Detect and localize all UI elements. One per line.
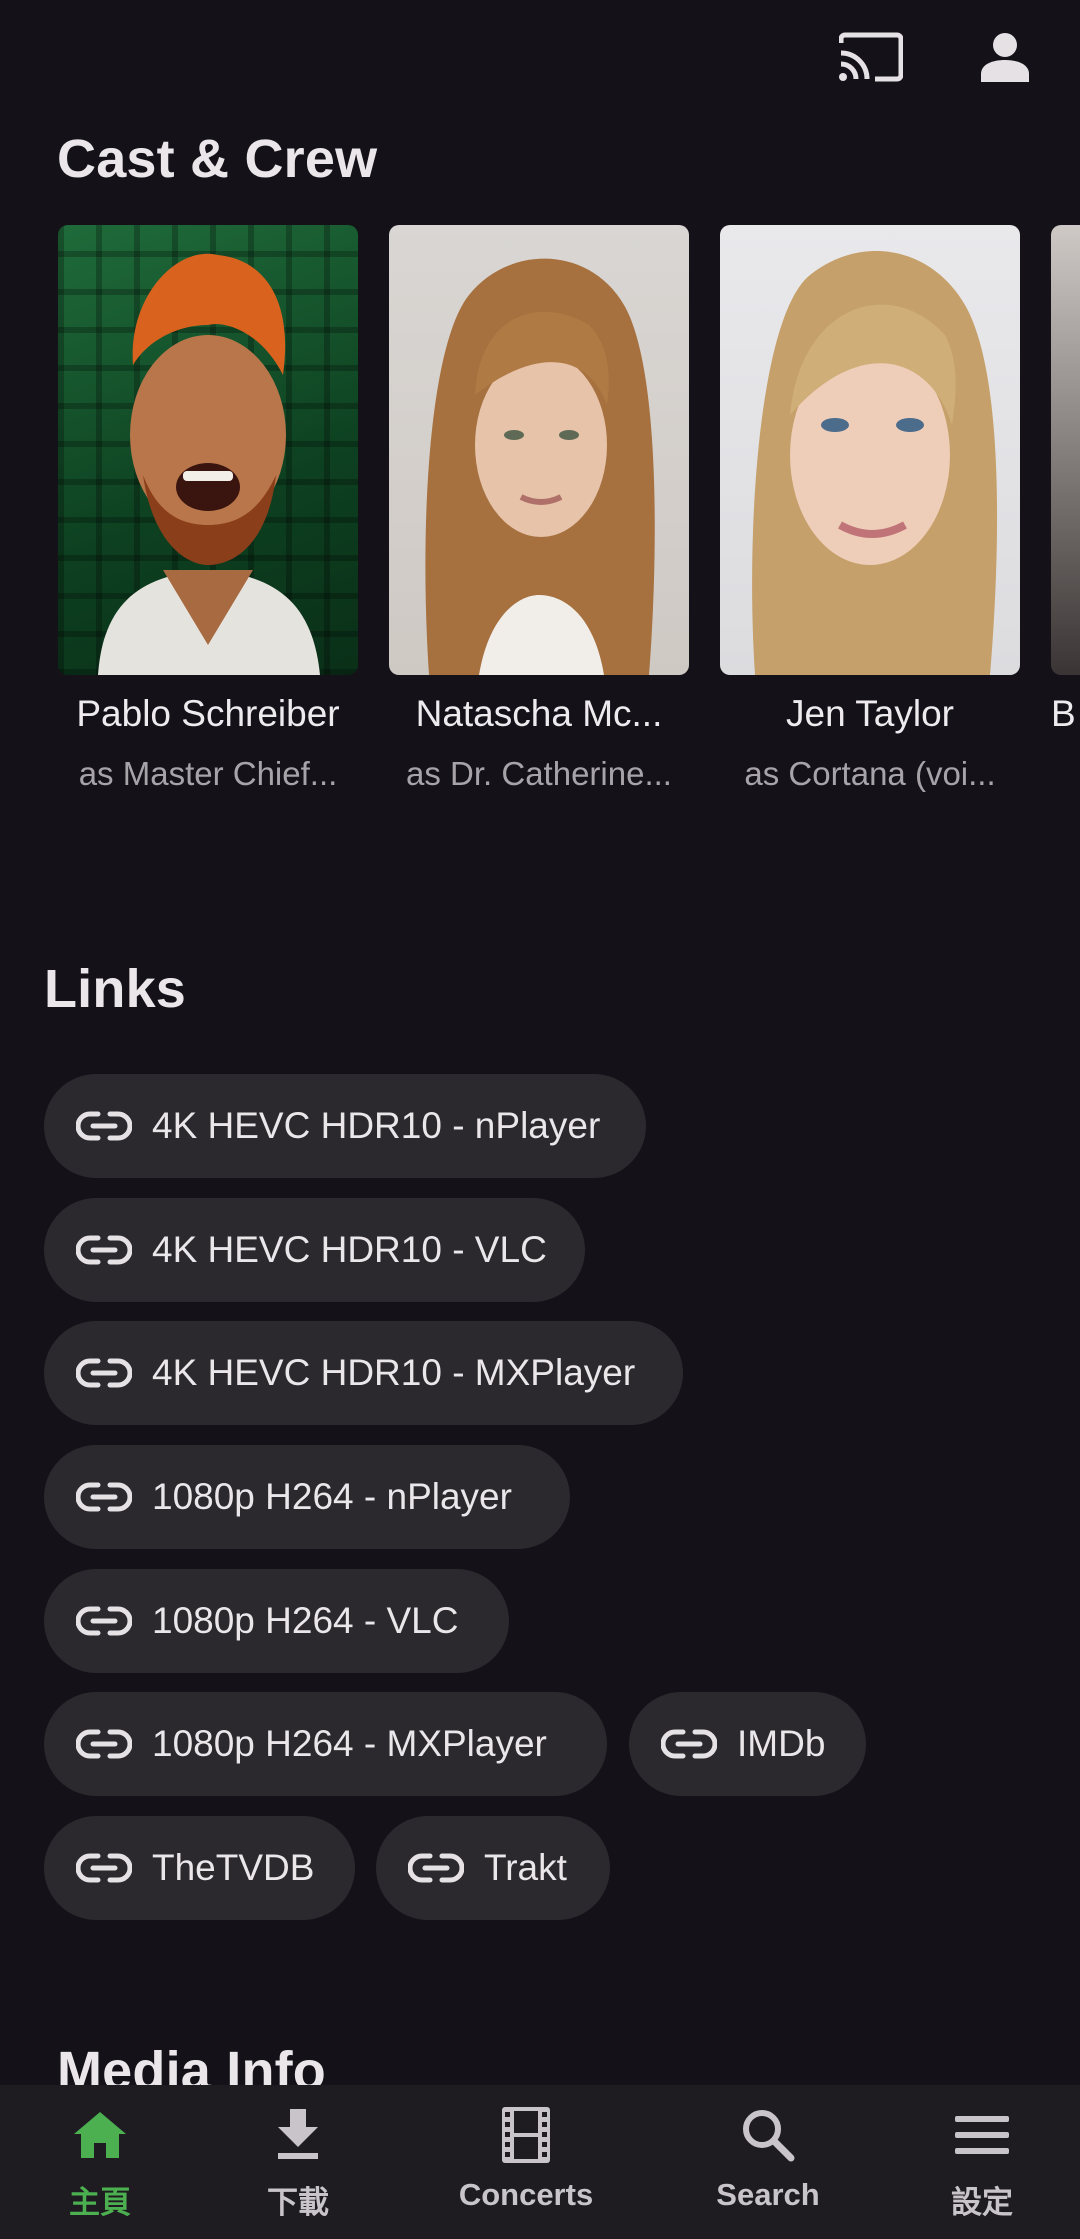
link-label: 4K HEVC HDR10 - MXPlayer <box>152 1352 636 1393</box>
link-chip[interactable]: Trakt <box>376 1816 610 1920</box>
cast-card[interactable]: B <box>1051 225 1080 815</box>
cast-name: Natascha Mc... <box>415 693 663 734</box>
cast-card[interactable]: Pablo Schreiber as Master Chief... <box>58 225 358 815</box>
account-icon <box>981 33 1029 82</box>
nav-label: 下載 <box>267 2185 329 2220</box>
link-icon <box>76 1235 132 1265</box>
link-chip[interactable]: 4K HEVC HDR10 - nPlayer <box>44 1074 646 1178</box>
link-icon <box>76 1111 132 1141</box>
cast-name: B <box>1051 693 1076 734</box>
cast-name: Pablo Schreiber <box>76 693 340 734</box>
cast-photo <box>1051 225 1080 675</box>
download-icon <box>268 2105 328 2165</box>
link-label: 1080p H264 - nPlayer <box>152 1476 512 1517</box>
link-label: IMDb <box>737 1723 826 1764</box>
top-app-bar <box>0 0 1080 118</box>
app-screen: Cast & Crew Pablo Schreiber as Master Ch… <box>0 0 1080 2239</box>
home-icon <box>70 2105 130 2165</box>
nav-item-download[interactable]: 下載 <box>198 2085 398 2239</box>
link-label: 1080p H264 - VLC <box>152 1600 459 1641</box>
link-icon <box>76 1729 132 1759</box>
link-label: TheTVDB <box>152 1847 315 1888</box>
link-icon <box>661 1729 717 1759</box>
nav-label: Search <box>716 2177 820 2212</box>
link-icon <box>408 1853 464 1883</box>
link-chip[interactable]: 1080p H264 - MXPlayer <box>44 1692 607 1796</box>
nav-item-settings[interactable]: 設定 <box>882 2085 1080 2239</box>
link-chip[interactable]: TheTVDB <box>44 1816 355 1920</box>
cast-section-title: Cast & Crew <box>57 129 378 189</box>
account-button[interactable] <box>970 26 1040 88</box>
link-label: 1080p H264 - MXPlayer <box>152 1723 547 1764</box>
link-chip[interactable]: 4K HEVC HDR10 - MXPlayer <box>44 1321 683 1425</box>
cast-role: as Master Chief... <box>78 755 338 792</box>
link-chip[interactable]: 1080p H264 - VLC <box>44 1569 509 1673</box>
film-icon <box>496 2105 556 2165</box>
cast-icon <box>839 32 903 82</box>
link-chip[interactable]: 4K HEVC HDR10 - VLC <box>44 1198 585 1302</box>
link-chip[interactable]: 1080p H264 - nPlayer <box>44 1445 570 1549</box>
nav-label: Concerts <box>458 2177 594 2212</box>
cast-photo <box>58 225 358 675</box>
link-label: 4K HEVC HDR10 - VLC <box>152 1229 547 1270</box>
portrait-image <box>425 258 655 675</box>
nav-item-concerts[interactable]: Concerts <box>426 2085 626 2239</box>
link-icon <box>76 1358 132 1388</box>
portrait-image <box>98 253 320 675</box>
nav-label: 主頁 <box>69 2185 131 2220</box>
link-icon <box>76 1482 132 1512</box>
cast-button[interactable] <box>836 26 906 88</box>
nav-item-home[interactable]: 主頁 <box>0 2085 200 2239</box>
link-icon <box>76 1606 132 1636</box>
cast-carousel[interactable]: Pablo Schreiber as Master Chief... Natas… <box>58 225 1080 815</box>
nav-item-search[interactable]: Search <box>668 2085 868 2239</box>
cast-photo <box>389 225 689 675</box>
cast-card[interactable]: Natascha Mc... as Dr. Catherine... <box>389 225 689 815</box>
search-icon <box>738 2105 798 2165</box>
bottom-navigation: 主頁 下載 Concerts Search 設定 <box>0 2085 1080 2239</box>
cast-card[interactable]: Jen Taylor as Cortana (voi... <box>720 225 1020 815</box>
links-section-title: Links <box>44 959 187 1019</box>
link-label: Trakt <box>484 1847 567 1888</box>
cast-role: as Cortana (voi... <box>744 755 996 792</box>
cast-name: Jen Taylor <box>786 693 954 734</box>
cast-photo <box>720 225 1020 675</box>
link-label: 4K HEVC HDR10 - nPlayer <box>152 1105 601 1146</box>
portrait-image <box>752 251 998 675</box>
menu-icon <box>952 2105 1012 2165</box>
link-chip[interactable]: IMDb <box>629 1692 866 1796</box>
cast-role: as Dr. Catherine... <box>406 755 672 792</box>
nav-label: 設定 <box>951 2185 1013 2220</box>
link-icon <box>76 1853 132 1883</box>
